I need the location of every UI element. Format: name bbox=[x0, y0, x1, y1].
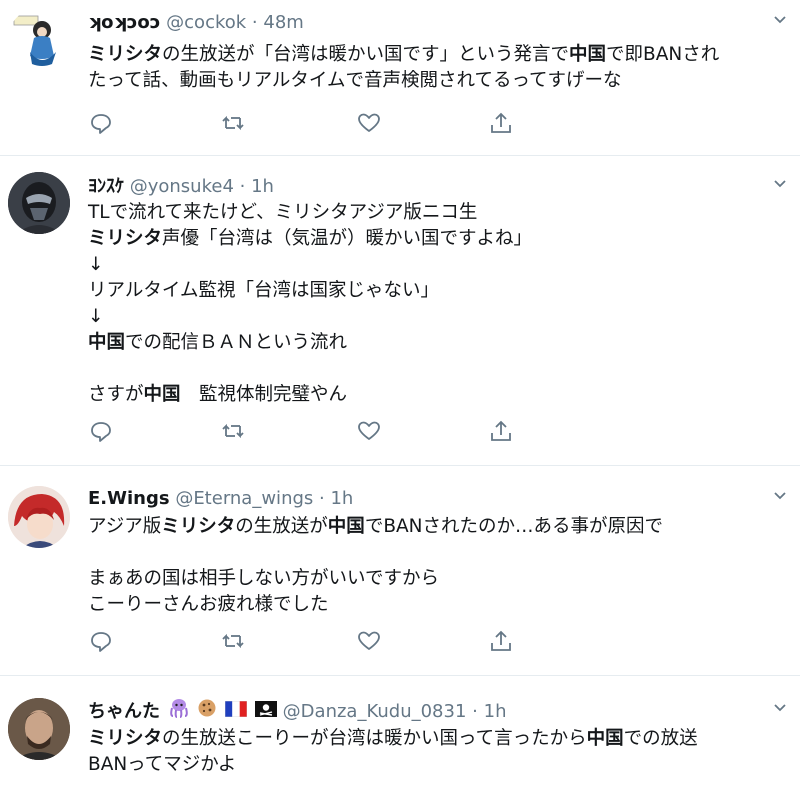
handle[interactable]: @Eterna_wings bbox=[175, 488, 313, 509]
separator: · bbox=[239, 176, 246, 197]
more-options-icon[interactable] bbox=[772, 12, 788, 32]
tweet-line: リアルタイム監視「台湾は国家じゃない」 bbox=[88, 278, 532, 304]
timestamp[interactable]: 1h bbox=[330, 488, 353, 509]
avatar[interactable] bbox=[8, 698, 70, 760]
more-options-icon[interactable] bbox=[772, 176, 788, 196]
tweet-1[interactable]: ʞoʞɔoɔ @cockok · 48m ミリシタの生放送が「台湾は暖かい国です… bbox=[0, 0, 800, 155]
text-run: たって話、動画もリアルタイムで音声検閲されてるってすげーな bbox=[88, 70, 622, 91]
tweet-2[interactable]: ﾖﾝｽｹ @yonsuke4 · 1h TLで流れて来たけど、ミリシタアジア版ニ… bbox=[0, 156, 800, 465]
more-options-icon[interactable] bbox=[772, 700, 788, 720]
display-name[interactable]: ʞoʞɔoɔ bbox=[88, 12, 160, 33]
text-run: の生放送が「台湾は暖かい国です」という発言で bbox=[162, 44, 570, 65]
retweet-icon[interactable] bbox=[220, 110, 246, 136]
text-run: さすが bbox=[88, 384, 144, 405]
highlighted-keyword: ミリシタ bbox=[88, 44, 163, 65]
text-run: での放送 bbox=[623, 728, 698, 749]
tweet-line bbox=[88, 540, 663, 566]
timestamp[interactable]: 48m bbox=[263, 12, 303, 33]
handle[interactable]: @cockok bbox=[166, 12, 246, 33]
like-icon[interactable] bbox=[356, 628, 382, 654]
timestamp[interactable]: 1h bbox=[484, 701, 507, 722]
highlighted-keyword: 中国 bbox=[327, 516, 365, 537]
tweet-line: たって話、動画もリアルタイムで音声検閲されてるってすげーな bbox=[88, 68, 719, 94]
tweet-3[interactable]: E.Wings @Eterna_wings · 1h アジア版ミリシタの生放送が… bbox=[0, 466, 800, 675]
tweet-line: ミリシタの生放送が「台湾は暖かい国です」という発言で中国で即BANされ bbox=[88, 42, 719, 68]
separator: · bbox=[251, 12, 258, 33]
text-run: BANってマジかよ bbox=[88, 754, 237, 775]
text-run: の生放送こーりーが台湾は暖かい国って言ったから bbox=[162, 728, 587, 749]
highlighted-keyword: ミリシタ bbox=[161, 516, 236, 537]
tweet-4[interactable]: ちゃんた @Danza_Kudu_0831 · 1h ミリシタの生放送こーりーが… bbox=[0, 676, 800, 801]
highlighted-keyword: 中国 bbox=[569, 44, 607, 65]
action-bar bbox=[88, 110, 528, 138]
avatar[interactable] bbox=[8, 486, 70, 548]
display-name[interactable]: ﾖﾝｽｹ bbox=[88, 176, 124, 197]
like-icon[interactable] bbox=[356, 110, 382, 136]
action-bar bbox=[88, 418, 528, 446]
reply-icon[interactable] bbox=[88, 110, 114, 136]
tweet-line: まぁあの国は相手しない方がいいですから bbox=[88, 566, 663, 592]
action-bar bbox=[88, 628, 528, 656]
text-run: TLで流れて来たけど、ミリシタアジア版ニコ生 bbox=[88, 202, 478, 223]
highlighted-keyword: 中国 bbox=[586, 728, 624, 749]
text-run: の生放送が bbox=[235, 516, 328, 537]
reply-icon[interactable] bbox=[88, 418, 114, 444]
avatar[interactable] bbox=[8, 172, 70, 234]
tweet-line: ミリシタの生放送こーりーが台湾は暖かい国って言ったから中国での放送 bbox=[88, 726, 698, 752]
tweet-line: こーりーさんお疲れ様でした bbox=[88, 592, 663, 618]
tweet-line bbox=[88, 356, 532, 382]
highlighted-keyword: ミリシタ bbox=[88, 228, 163, 249]
handle[interactable]: @Danza_Kudu_0831 bbox=[283, 701, 467, 722]
tweet-header: ﾖﾝｽｹ @yonsuke4 · 1h bbox=[88, 174, 274, 200]
tweet-line: BANってマジかよ bbox=[88, 752, 698, 778]
tweet-line: 中国での配信ＢＡＮという流れ bbox=[88, 330, 532, 356]
more-options-icon[interactable] bbox=[772, 488, 788, 508]
separator: · bbox=[472, 701, 478, 722]
text-run: 監視体制完璧やん bbox=[180, 384, 348, 405]
text-run: で即BANされ bbox=[606, 44, 720, 65]
text-run: ↓ bbox=[88, 306, 104, 327]
highlighted-keyword: 中国 bbox=[143, 384, 181, 405]
share-icon[interactable] bbox=[488, 110, 514, 136]
text-run: での配信ＢＡＮという流れ bbox=[125, 332, 348, 353]
tweet-text: アジア版ミリシタの生放送が中国でBANされたのか…ある事が原因でまぁあの国は相手… bbox=[88, 514, 663, 618]
like-icon[interactable] bbox=[356, 418, 382, 444]
tweet-header: ちゃんた @Danza_Kudu_0831 · 1h bbox=[88, 698, 507, 724]
display-name[interactable]: ちゃんた bbox=[88, 701, 160, 722]
tweet-line: ↓ bbox=[88, 252, 532, 278]
tweet-text: TLで流れて来たけど、ミリシタアジア版ニコ生 ミリシタ声優「台湾は（気温が）暖かい… bbox=[88, 200, 532, 408]
highlighted-keyword: ミリシタ bbox=[88, 728, 163, 749]
text-run: リアルタイム監視「台湾は国家じゃない」 bbox=[88, 280, 439, 301]
tweet-text: ミリシタの生放送こーりーが台湾は暖かい国って言ったから中国での放送 BANってマジ… bbox=[88, 726, 698, 778]
handle[interactable]: @yonsuke4 bbox=[130, 176, 234, 197]
text-run: でBANされたのか…ある事が原因で bbox=[364, 516, 663, 537]
retweet-icon[interactable] bbox=[220, 418, 246, 444]
pirate-flag-icon bbox=[254, 699, 277, 725]
text-run: アジア版 bbox=[88, 516, 162, 537]
share-icon[interactable] bbox=[488, 628, 514, 654]
separator: · bbox=[319, 488, 325, 509]
france-flag-icon bbox=[224, 699, 248, 725]
reply-icon[interactable] bbox=[88, 628, 114, 654]
highlighted-keyword: 中国 bbox=[88, 332, 126, 353]
text-run: ↓ bbox=[88, 254, 104, 275]
text-run: こーりーさんお疲れ様でした bbox=[88, 594, 329, 615]
display-name[interactable]: E.Wings bbox=[88, 488, 170, 509]
tweet-header: ʞoʞɔoɔ @cockok · 48m bbox=[88, 10, 304, 36]
text-run: 声優「台湾は（気温が）暖かい国ですよね」 bbox=[162, 228, 533, 249]
tweet-line: ↓ bbox=[88, 304, 532, 330]
retweet-icon[interactable] bbox=[220, 628, 246, 654]
tweet-text: ミリシタの生放送が「台湾は暖かい国です」という発言で中国で即BANされ たって話、… bbox=[88, 42, 719, 94]
text-run: まぁあの国は相手しない方がいいですから bbox=[88, 568, 439, 589]
share-icon[interactable] bbox=[488, 418, 514, 444]
tweet-line: ミリシタ声優「台湾は（気温が）暖かい国ですよね」 bbox=[88, 226, 532, 252]
avatar[interactable] bbox=[8, 8, 70, 70]
octopus-emoji-icon bbox=[168, 698, 190, 726]
tweet-line: さすが中国 監視体制完璧やん bbox=[88, 382, 532, 408]
timestamp[interactable]: 1h bbox=[251, 176, 274, 197]
cookie-emoji-icon bbox=[197, 698, 217, 726]
tweet-line: TLで流れて来たけど、ミリシタアジア版ニコ生 bbox=[88, 200, 532, 226]
tweet-line: アジア版ミリシタの生放送が中国でBANされたのか…ある事が原因で bbox=[88, 514, 663, 540]
tweet-header: E.Wings @Eterna_wings · 1h bbox=[88, 486, 353, 512]
